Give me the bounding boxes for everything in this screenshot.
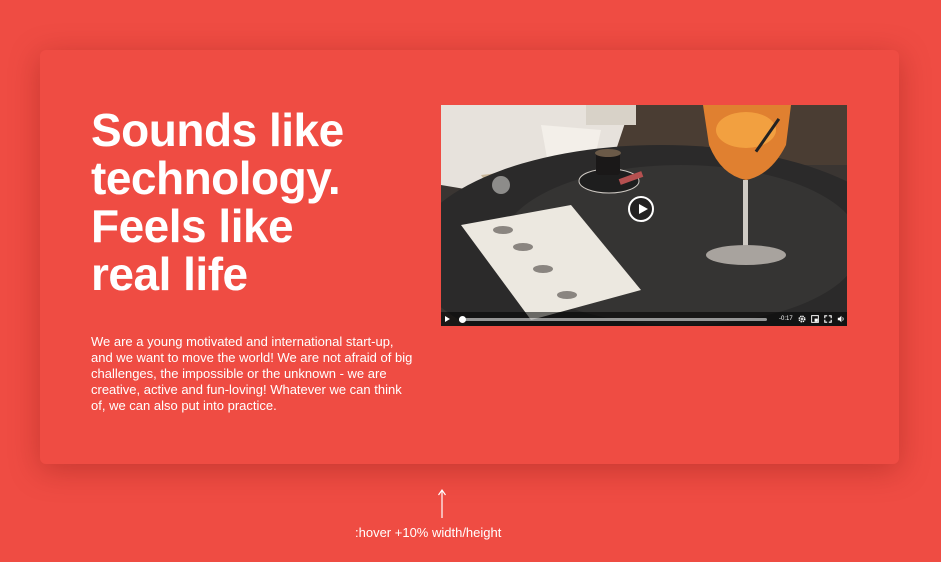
play-icon[interactable]: [445, 316, 450, 322]
arrow-up-icon: [438, 488, 446, 518]
description: We are a young motivated and internation…: [91, 334, 413, 413]
hover-hint: :hover +10% width/height: [355, 525, 502, 540]
headline-line: technology.: [91, 152, 341, 204]
feature-card[interactable]: Sounds like technology. Feels like real …: [40, 50, 899, 464]
settings-gear-icon[interactable]: [798, 315, 806, 323]
headline-line: Sounds like: [91, 104, 344, 156]
fullscreen-icon[interactable]: [823, 315, 832, 323]
progress-bar[interactable]: [459, 315, 767, 323]
time-remaining: -0:17: [779, 316, 793, 322]
picture-in-picture-icon[interactable]: [810, 315, 819, 323]
headline: Sounds like technology. Feels like real …: [91, 106, 391, 298]
play-button[interactable]: [628, 196, 654, 222]
headline-line: real life: [91, 248, 248, 300]
video-controls: -0:17: [441, 312, 847, 326]
video-player[interactable]: -0:17: [441, 105, 847, 326]
volume-icon[interactable]: [837, 315, 845, 323]
progress-knob[interactable]: [459, 315, 467, 323]
headline-line: Feels like: [91, 200, 294, 252]
